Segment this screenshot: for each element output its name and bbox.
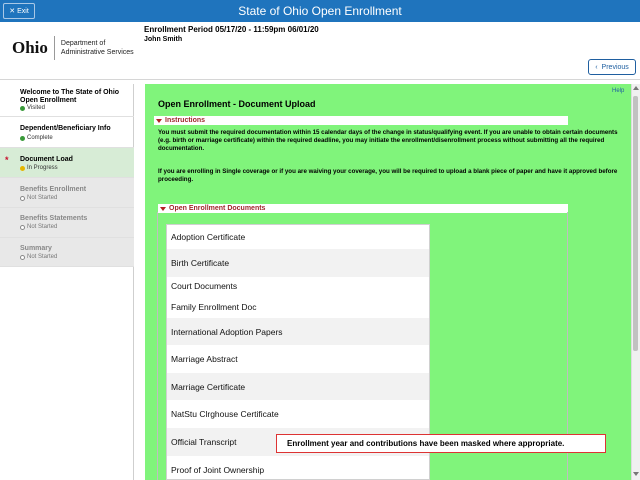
header: Ohio Department of Administrative Servic… <box>0 22 640 80</box>
step-status: Not Started <box>20 254 57 260</box>
visited-icon <box>20 105 25 111</box>
step-status-label: Complete <box>27 135 53 141</box>
previous-button[interactable]: ‹ Previous <box>588 59 636 75</box>
previous-label: Previous <box>601 63 629 71</box>
current-step-icon: * <box>5 155 9 165</box>
complete-icon <box>20 135 25 141</box>
step-status: Visited <box>20 105 45 111</box>
logo-dept-line2: Administrative Services <box>60 49 134 56</box>
logo-department: Department of Administrative Services <box>61 39 134 57</box>
step-status: Not Started <box>20 195 57 201</box>
step-title: Benefits Enrollment <box>20 186 87 193</box>
logo-text: Ohio <box>12 38 48 57</box>
step-status: Complete <box>20 135 53 141</box>
not-started-icon <box>20 224 25 230</box>
not-started-icon <box>20 254 25 260</box>
scroll-up-icon[interactable] <box>633 86 639 90</box>
user-name: John Smith <box>144 36 183 43</box>
instructions-paragraph-2: If you are enrolling in Single coverage … <box>158 168 618 183</box>
list-item[interactable]: Proof of Joint Ownership <box>167 456 429 479</box>
in-progress-icon <box>20 165 25 171</box>
step-status-label: In Progress <box>27 165 58 171</box>
list-item[interactable]: Family Enrollment Doc <box>167 295 429 318</box>
sidebar-item-welcome[interactable]: Welcome to The State of Ohio Open Enroll… <box>0 84 134 117</box>
step-status: Not Started <box>20 224 57 230</box>
list-item[interactable]: International Adoption Papers <box>167 318 429 345</box>
app-title: State of Ohio Open Enrollment <box>238 4 402 18</box>
top-bar: State of Ohio Open Enrollment ✕ Exit <box>0 0 640 22</box>
list-item[interactable]: NatStu Clrghouse Certificate <box>167 400 429 428</box>
masking-note: Enrollment year and contributions have b… <box>276 434 606 453</box>
step-title: Benefits Statements <box>20 215 88 222</box>
documents-label: Open Enrollment Documents <box>169 205 266 212</box>
instructions-section-header[interactable]: Instructions <box>154 116 568 125</box>
sidebar-item-benefits-enrollment: Benefits Enrollment Not Started <box>0 178 134 208</box>
step-status: In Progress <box>20 165 58 171</box>
instructions-label: Instructions <box>165 117 206 124</box>
list-item[interactable]: Adoption Certificate <box>167 225 429 249</box>
step-status-label: Visited <box>27 105 45 111</box>
enrollment-period: Enrollment Period 05/17/20 - 11:59pm 06/… <box>144 25 319 34</box>
chevron-left-icon: ‹ <box>595 63 598 71</box>
not-started-icon <box>20 195 25 201</box>
list-item[interactable]: Marriage Abstract <box>167 345 429 373</box>
page-title: Open Enrollment - Document Upload <box>158 99 316 109</box>
step-status-label: Not Started <box>27 254 58 260</box>
exit-label: Exit <box>17 7 29 15</box>
exit-button[interactable]: ✕ Exit <box>3 3 35 19</box>
list-item[interactable]: Marriage Certificate <box>167 373 429 400</box>
close-icon: ✕ <box>9 8 16 15</box>
sidebar-item-document-load[interactable]: * Document Load In Progress <box>0 148 134 178</box>
sidebar-item-dependent-info[interactable]: Dependent/Beneficiary Info Complete <box>0 117 134 148</box>
logo-divider <box>53 36 55 60</box>
sidebar-item-benefits-statements: Benefits Statements Not Started <box>0 208 134 238</box>
step-status-label: Not Started <box>27 195 58 201</box>
sidebar-item-summary: Summary Not Started <box>0 238 134 267</box>
scrollbar-thumb[interactable] <box>633 96 638 351</box>
ohio-logo: Ohio Department of Administrative Servic… <box>12 34 134 62</box>
step-status-label: Not Started <box>27 224 58 230</box>
list-item[interactable]: Birth Certificate <box>167 249 429 277</box>
step-title: Document Load <box>20 156 73 163</box>
list-item[interactable]: Court Documents <box>167 277 429 295</box>
scroll-down-icon[interactable] <box>633 472 639 476</box>
collapse-icon <box>156 118 162 123</box>
step-title: Summary <box>20 245 52 252</box>
step-title: Dependent/Beneficiary Info <box>20 125 111 132</box>
collapse-icon <box>160 206 166 211</box>
step-title: Welcome to The State of Ohio Open Enroll… <box>20 89 120 104</box>
sidebar: Welcome to The State of Ohio Open Enroll… <box>0 84 134 480</box>
logo-dept-line1: Department of <box>60 40 106 47</box>
help-link[interactable]: Help <box>612 88 624 94</box>
instructions-paragraph-1: You must submit the required documentati… <box>158 129 618 152</box>
